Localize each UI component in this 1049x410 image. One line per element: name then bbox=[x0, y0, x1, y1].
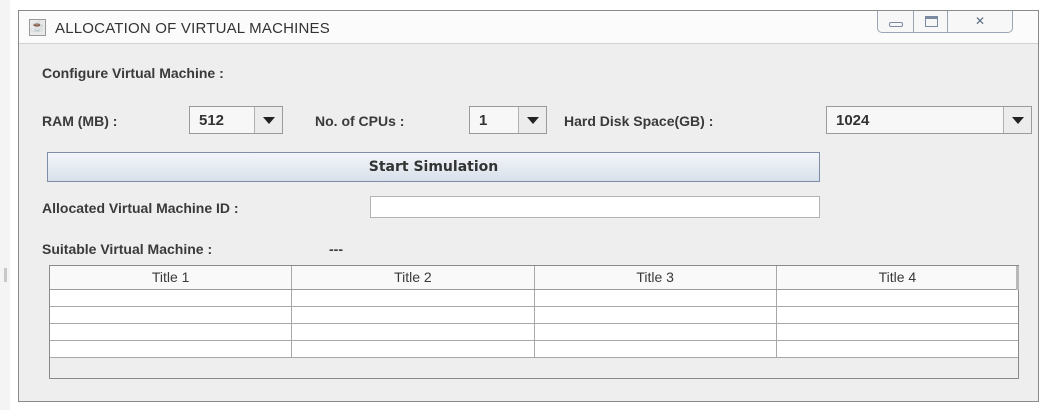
table-row[interactable] bbox=[50, 290, 1018, 307]
table-scroll-edge bbox=[1016, 266, 1019, 290]
table-row[interactable] bbox=[50, 307, 1018, 324]
cpu-select[interactable]: 1 bbox=[469, 106, 547, 134]
chevron-down-icon bbox=[263, 117, 275, 124]
disk-select-value: 1024 bbox=[836, 112, 870, 129]
cpu-select-value: 1 bbox=[479, 112, 488, 129]
cpu-dropdown-button[interactable] bbox=[518, 107, 546, 133]
table-cell[interactable] bbox=[292, 290, 535, 306]
ram-dropdown-button[interactable] bbox=[254, 107, 282, 133]
table-cell[interactable] bbox=[292, 341, 535, 357]
java-cup-icon: ☕ bbox=[29, 19, 46, 36]
resize-grip bbox=[4, 268, 7, 282]
table-cell[interactable] bbox=[535, 324, 777, 340]
column-header-4[interactable]: Title 4 bbox=[777, 266, 1018, 289]
table-cell[interactable] bbox=[535, 307, 777, 323]
cpu-label: No. of CPUs : bbox=[315, 113, 405, 129]
column-header-2[interactable]: Title 2 bbox=[292, 266, 535, 289]
table-cell[interactable] bbox=[777, 324, 1018, 340]
config-heading: Configure Virtual Machine : bbox=[42, 65, 224, 81]
window-title: ALLOCATION OF VIRTUAL MACHINES bbox=[55, 20, 330, 37]
maximize-button[interactable] bbox=[913, 11, 948, 33]
table-cell[interactable] bbox=[777, 290, 1018, 306]
chevron-down-icon bbox=[1012, 117, 1024, 124]
close-icon: ✕ bbox=[974, 14, 986, 28]
maximize-icon bbox=[925, 16, 938, 27]
ram-select-value: 512 bbox=[199, 112, 225, 129]
vm-table: Title 1 Title 2 Title 3 Title 4 bbox=[49, 265, 1019, 379]
table-header: Title 1 Title 2 Title 3 Title 4 bbox=[50, 266, 1018, 290]
table-row[interactable] bbox=[50, 324, 1018, 341]
app-window: ☕ ALLOCATION OF VIRTUAL MACHINES ✕ Confi… bbox=[18, 10, 1039, 402]
allocated-vm-label: Allocated Virtual Machine ID : bbox=[42, 200, 239, 216]
table-row[interactable] bbox=[50, 341, 1018, 358]
minimize-icon bbox=[889, 22, 903, 27]
ram-label: RAM (MB) : bbox=[42, 113, 118, 129]
table-cell[interactable] bbox=[50, 290, 293, 306]
disk-label: Hard Disk Space(GB) : bbox=[564, 113, 714, 129]
table-cell[interactable] bbox=[777, 341, 1018, 357]
start-simulation-button[interactable]: Start Simulation bbox=[47, 152, 820, 182]
desktop-edge bbox=[0, 0, 10, 410]
table-cell[interactable] bbox=[535, 341, 777, 357]
ram-select[interactable]: 512 bbox=[189, 106, 283, 134]
close-button[interactable]: ✕ bbox=[947, 11, 1013, 33]
allocated-vm-id-field[interactable] bbox=[370, 196, 820, 218]
column-header-3[interactable]: Title 3 bbox=[535, 266, 777, 289]
chevron-down-icon bbox=[527, 117, 539, 124]
table-cell[interactable] bbox=[535, 290, 777, 306]
table-cell[interactable] bbox=[50, 324, 293, 340]
disk-select[interactable]: 1024 bbox=[826, 106, 1032, 134]
table-cell[interactable] bbox=[292, 324, 535, 340]
table-cell[interactable] bbox=[777, 307, 1018, 323]
title-bar[interactable]: ☕ ALLOCATION OF VIRTUAL MACHINES ✕ bbox=[19, 11, 1038, 44]
minimize-button[interactable] bbox=[877, 11, 914, 33]
table-cell[interactable] bbox=[50, 341, 293, 357]
suitable-vm-value: --- bbox=[329, 241, 343, 257]
table-body bbox=[50, 290, 1018, 358]
disk-dropdown-button[interactable] bbox=[1003, 107, 1031, 133]
table-cell[interactable] bbox=[50, 307, 293, 323]
suitable-vm-label: Suitable Virtual Machine : bbox=[42, 241, 213, 257]
column-header-1[interactable]: Title 1 bbox=[50, 266, 293, 289]
table-cell[interactable] bbox=[292, 307, 535, 323]
